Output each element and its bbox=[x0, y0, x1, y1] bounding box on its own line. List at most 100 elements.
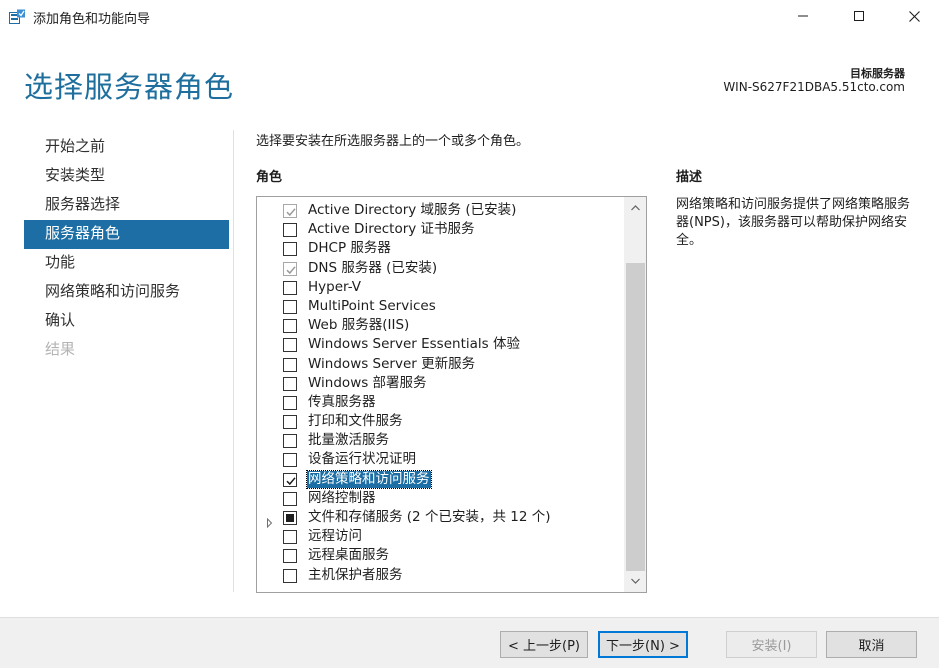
role-checkbox[interactable] bbox=[283, 319, 297, 334]
close-button[interactable] bbox=[891, 0, 937, 32]
nav-item-server-selection[interactable]: 服务器选择 bbox=[24, 191, 229, 220]
wizard-steps-nav: 开始之前 安装类型 服务器选择 服务器角色 功能 网络策略和访问服务 确认 结果 bbox=[24, 133, 229, 365]
role-checkbox[interactable] bbox=[283, 376, 297, 391]
target-server-value: WIN-S627F21DBA5.51cto.com bbox=[723, 80, 905, 94]
install-button: 安装(I) bbox=[726, 631, 817, 658]
role-label[interactable]: Active Directory 域服务 (已安装) bbox=[307, 202, 517, 219]
role-label[interactable]: Active Directory 证书服务 bbox=[307, 221, 476, 238]
nav-divider bbox=[233, 130, 234, 592]
role-label[interactable]: Windows 部署服务 bbox=[307, 375, 428, 392]
role-checkbox[interactable] bbox=[283, 491, 297, 506]
role-label[interactable]: 文件和存储服务 (2 个已安装，共 12 个) bbox=[307, 509, 551, 526]
minimize-button[interactable] bbox=[780, 0, 826, 32]
role-checkbox[interactable] bbox=[283, 338, 297, 353]
role-label[interactable]: 设备运行状况证明 bbox=[307, 451, 417, 468]
nav-item-features[interactable]: 功能 bbox=[24, 249, 229, 278]
next-button[interactable]: 下一步(N) > bbox=[598, 631, 688, 658]
role-row[interactable]: 文件和存储服务 (2 个已安装，共 12 个) bbox=[257, 508, 623, 529]
role-label[interactable]: 网络控制器 bbox=[307, 490, 377, 507]
roles-list: Active Directory 域服务 (已安装) Active Directo… bbox=[257, 201, 623, 585]
role-label[interactable]: 远程访问 bbox=[307, 528, 363, 545]
scroll-down-button[interactable] bbox=[625, 570, 646, 592]
role-label[interactable]: Hyper-V bbox=[307, 279, 362, 296]
role-row[interactable]: Windows Server Essentials 体验 bbox=[257, 335, 623, 354]
role-checkbox[interactable] bbox=[283, 280, 297, 295]
role-row[interactable]: Web 服务器(IIS) bbox=[257, 316, 623, 335]
role-label[interactable]: 远程桌面服务 bbox=[307, 547, 390, 564]
chevron-down-icon bbox=[631, 578, 640, 584]
role-label[interactable]: 传真服务器 bbox=[307, 394, 377, 411]
role-label[interactable]: 打印和文件服务 bbox=[307, 413, 404, 430]
instruction-text: 选择要安装在所选服务器上的一个或多个角色。 bbox=[256, 134, 530, 149]
roles-list-box[interactable]: Active Directory 域服务 (已安装) Active Directo… bbox=[256, 196, 647, 593]
role-checkbox[interactable] bbox=[283, 242, 297, 257]
previous-button[interactable]: < 上一步(P) bbox=[500, 631, 588, 658]
role-checkbox bbox=[283, 261, 297, 276]
nav-item-server-roles[interactable]: 服务器角色 bbox=[24, 220, 229, 249]
scroll-up-button[interactable] bbox=[625, 197, 646, 219]
role-row[interactable]: 批量激活服务 bbox=[257, 431, 623, 450]
role-row[interactable]: 设备运行状况证明 bbox=[257, 450, 623, 469]
chevron-up-icon bbox=[631, 205, 640, 211]
cancel-button[interactable]: 取消 bbox=[826, 631, 917, 658]
role-label[interactable]: 网络策略和访问服务 bbox=[306, 469, 432, 489]
roles-heading: 角色 bbox=[256, 170, 283, 185]
role-label[interactable]: 批量激活服务 bbox=[307, 432, 390, 449]
role-row[interactable]: Active Directory 域服务 (已安装) bbox=[257, 201, 623, 220]
role-row[interactable]: 远程访问 bbox=[257, 527, 623, 546]
nav-item-before-you-begin[interactable]: 开始之前 bbox=[24, 133, 229, 162]
role-row[interactable]: 远程桌面服务 bbox=[257, 546, 623, 565]
role-row[interactable]: 网络策略和访问服务 bbox=[257, 469, 623, 489]
role-row[interactable]: 打印和文件服务 bbox=[257, 412, 623, 431]
page-title: 选择服务器角色 bbox=[24, 70, 235, 104]
role-label[interactable]: DNS 服务器 (已安装) bbox=[307, 260, 438, 277]
role-row[interactable]: DNS 服务器 (已安装) bbox=[257, 259, 623, 278]
role-checkbox[interactable] bbox=[283, 511, 297, 525]
close-icon bbox=[908, 10, 920, 22]
window-title: 添加角色和功能向导 bbox=[33, 12, 151, 27]
role-checkbox[interactable] bbox=[283, 395, 297, 410]
maximize-button[interactable] bbox=[836, 0, 882, 32]
role-checkbox[interactable] bbox=[283, 415, 297, 430]
role-checkbox[interactable] bbox=[283, 434, 297, 449]
target-server-label: 目标服务器 bbox=[850, 67, 905, 80]
role-row[interactable]: DHCP 服务器 bbox=[257, 239, 623, 258]
server-wizard-icon bbox=[9, 9, 26, 24]
scroll-thumb[interactable] bbox=[626, 263, 645, 571]
maximize-icon bbox=[854, 11, 864, 21]
title-bar: 添加角色和功能向导 bbox=[0, 0, 939, 34]
role-label[interactable]: Windows Server Essentials 体验 bbox=[307, 336, 521, 353]
role-checkbox[interactable] bbox=[283, 549, 297, 564]
role-checkbox[interactable] bbox=[283, 568, 297, 583]
role-checkbox bbox=[283, 204, 297, 218]
description-text: 网络策略和访问服务提供了网络策略服务器(NPS)，该服务器可以帮助保护网络安全。 bbox=[676, 197, 911, 248]
role-label[interactable]: 主机保护者服务 bbox=[307, 567, 404, 584]
role-checkbox[interactable] bbox=[283, 530, 297, 545]
role-row[interactable]: Windows Server 更新服务 bbox=[257, 355, 623, 374]
nav-item-network-policy[interactable]: 网络策略和访问服务 bbox=[24, 278, 229, 307]
minimize-icon bbox=[798, 15, 808, 17]
role-label[interactable]: Windows Server 更新服务 bbox=[307, 356, 476, 373]
nav-item-installation-type[interactable]: 安装类型 bbox=[24, 162, 229, 191]
role-row[interactable]: Windows 部署服务 bbox=[257, 374, 623, 393]
role-row[interactable]: Active Directory 证书服务 bbox=[257, 220, 623, 239]
role-checkbox[interactable] bbox=[283, 223, 297, 238]
nav-item-confirmation[interactable]: 确认 bbox=[24, 307, 229, 336]
role-label[interactable]: Web 服务器(IIS) bbox=[307, 317, 410, 334]
role-row[interactable]: 传真服务器 bbox=[257, 393, 623, 412]
role-row[interactable]: Hyper-V bbox=[257, 278, 623, 297]
expand-arrow-icon[interactable] bbox=[266, 513, 274, 529]
role-checkbox[interactable] bbox=[283, 453, 297, 468]
nav-item-results: 结果 bbox=[45, 340, 76, 358]
role-checkbox[interactable] bbox=[283, 472, 297, 487]
role-label[interactable]: DHCP 服务器 bbox=[307, 240, 392, 257]
role-row[interactable]: 网络控制器 bbox=[257, 489, 623, 508]
roles-scrollbar[interactable] bbox=[624, 197, 646, 592]
role-row[interactable]: 主机保护者服务 bbox=[257, 566, 623, 585]
description-heading: 描述 bbox=[676, 170, 703, 185]
role-row[interactable]: MultiPoint Services bbox=[257, 297, 623, 316]
wizard-footer: < 上一步(P) 下一步(N) > 安装(I) 取消 bbox=[0, 617, 939, 668]
role-checkbox[interactable] bbox=[283, 357, 297, 372]
role-checkbox[interactable] bbox=[283, 299, 297, 314]
role-label[interactable]: MultiPoint Services bbox=[307, 298, 437, 315]
